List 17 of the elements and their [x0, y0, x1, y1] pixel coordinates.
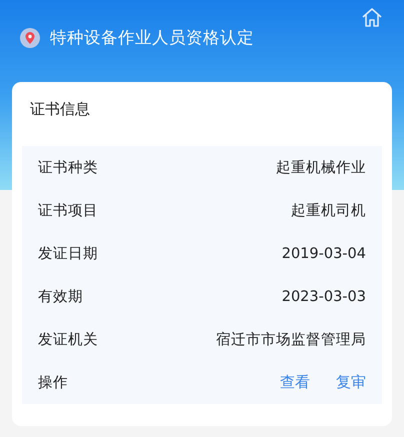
- field-label: 证书项目: [38, 202, 98, 220]
- field-label: 发证日期: [38, 245, 98, 263]
- action-link[interactable]: 查看: [280, 373, 310, 392]
- location-pin-icon: [20, 28, 40, 48]
- field-label: 证书种类: [38, 159, 98, 177]
- field-label: 发证机关: [38, 331, 98, 349]
- action-link[interactable]: 复审: [336, 373, 366, 392]
- card-title: 证书信息: [29, 99, 91, 120]
- field-value: 起重机械作业: [276, 159, 366, 177]
- field-value: 2019-03-04: [282, 246, 366, 262]
- page-title: 特种设备作业人员资格认定: [50, 27, 254, 49]
- home-icon[interactable]: [360, 6, 384, 30]
- field-label: 操作: [38, 374, 68, 392]
- field-value: 2023-03-03: [282, 288, 366, 304]
- field-value: 宿迁市市场监督管理局: [216, 330, 366, 349]
- field-label: 有效期: [38, 288, 83, 306]
- field-value: 起重机司机: [291, 202, 366, 220]
